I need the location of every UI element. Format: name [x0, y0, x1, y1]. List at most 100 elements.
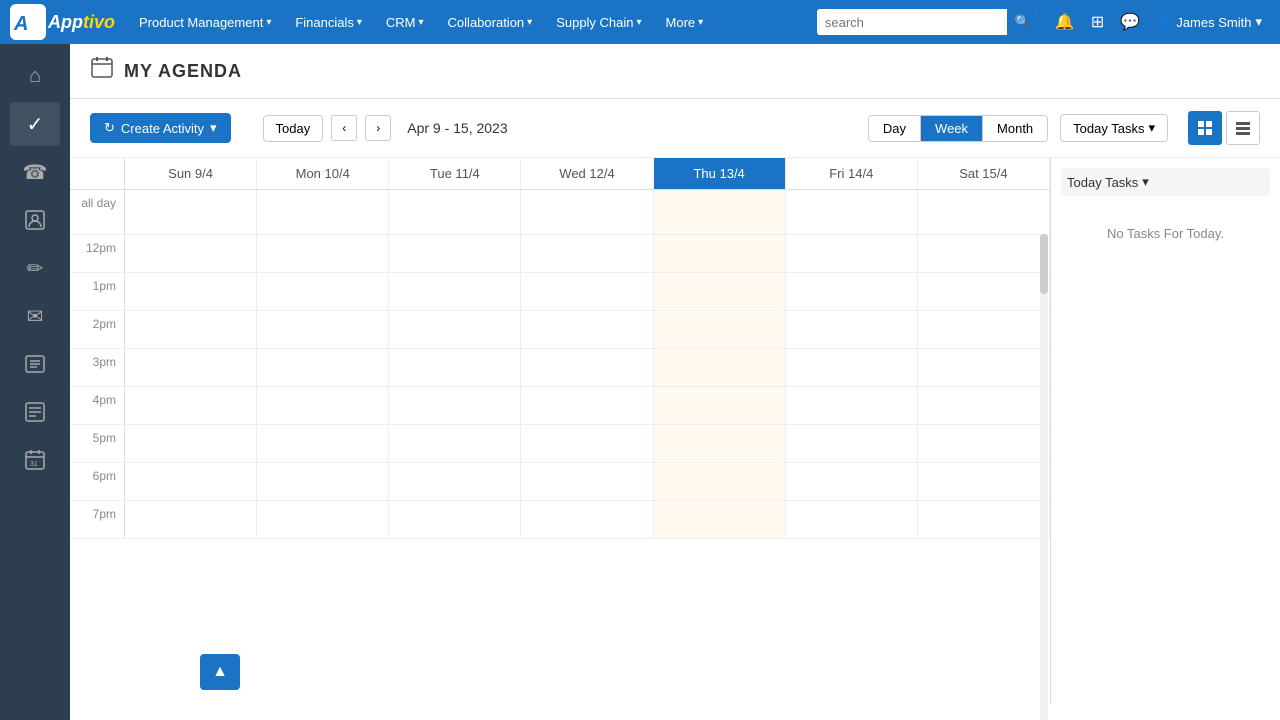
chat-icon[interactable]: 💬	[1116, 8, 1144, 36]
cell-1pm-sat[interactable]	[918, 273, 1050, 310]
cell-7pm-sat[interactable]	[918, 501, 1050, 538]
grid-view-button[interactable]	[1188, 111, 1222, 145]
allday-sun[interactable]	[125, 190, 257, 234]
cell-12pm-mon[interactable]	[257, 235, 389, 272]
cell-6pm-thu[interactable]	[654, 463, 786, 500]
cell-4pm-mon[interactable]	[257, 387, 389, 424]
allday-thu[interactable]	[654, 190, 786, 234]
sidebar-tools[interactable]: ✏	[10, 246, 60, 290]
cell-7pm-fri[interactable]	[786, 501, 918, 538]
week-view-button[interactable]: Week	[921, 116, 983, 141]
sidebar-phone[interactable]: ☎	[10, 150, 60, 194]
cell-3pm-tue[interactable]	[389, 349, 521, 386]
cell-2pm-wed[interactable]	[521, 311, 653, 348]
apps-icon[interactable]: ⊞	[1087, 8, 1108, 36]
sidebar-contacts[interactable]	[10, 198, 60, 242]
cell-6pm-wed[interactable]	[521, 463, 653, 500]
nav-collaboration[interactable]: Collaboration ▾	[438, 9, 543, 36]
cell-7pm-mon[interactable]	[257, 501, 389, 538]
today-button[interactable]: Today	[263, 115, 324, 142]
cell-1pm-fri[interactable]	[786, 273, 918, 310]
sidebar-calendar[interactable]: 31	[10, 438, 60, 482]
scrollbar-thumb[interactable]	[1040, 234, 1048, 294]
cell-4pm-tue[interactable]	[389, 387, 521, 424]
app-logo[interactable]: A Apptivo	[10, 4, 115, 40]
cell-12pm-sat[interactable]	[918, 235, 1050, 272]
cell-12pm-wed[interactable]	[521, 235, 653, 272]
cell-7pm-wed[interactable]	[521, 501, 653, 538]
cell-4pm-wed[interactable]	[521, 387, 653, 424]
cell-2pm-sat[interactable]	[918, 311, 1050, 348]
cell-12pm-tue[interactable]	[389, 235, 521, 272]
allday-wed[interactable]	[521, 190, 653, 234]
cell-7pm-thu[interactable]	[654, 501, 786, 538]
nav-crm[interactable]: CRM ▾	[376, 9, 434, 36]
cell-6pm-mon[interactable]	[257, 463, 389, 500]
cell-7pm-tue[interactable]	[389, 501, 521, 538]
cell-3pm-sun[interactable]	[125, 349, 257, 386]
nav-financials[interactable]: Financials ▾	[285, 9, 372, 36]
cell-2pm-fri[interactable]	[786, 311, 918, 348]
scroll-up-button[interactable]: ▲	[200, 654, 240, 690]
allday-fri[interactable]	[786, 190, 918, 234]
allday-sat[interactable]	[918, 190, 1050, 234]
cell-1pm-tue[interactable]	[389, 273, 521, 310]
cell-6pm-tue[interactable]	[389, 463, 521, 500]
cell-5pm-sat[interactable]	[918, 425, 1050, 462]
cell-2pm-mon[interactable]	[257, 311, 389, 348]
cell-1pm-mon[interactable]	[257, 273, 389, 310]
day-view-button[interactable]: Day	[869, 116, 921, 141]
cell-5pm-sun[interactable]	[125, 425, 257, 462]
cell-6pm-sun[interactable]	[125, 463, 257, 500]
cell-1pm-thu[interactable]	[654, 273, 786, 310]
calendar-header: Sun 9/4 Mon 10/4 Tue 11/4 Wed 12/4 Thu 1…	[70, 158, 1050, 190]
cell-4pm-fri[interactable]	[786, 387, 918, 424]
allday-mon[interactable]	[257, 190, 389, 234]
cell-2pm-thu[interactable]	[654, 311, 786, 348]
cell-6pm-sat[interactable]	[918, 463, 1050, 500]
cell-2pm-sun[interactable]	[125, 311, 257, 348]
cell-3pm-sat[interactable]	[918, 349, 1050, 386]
cell-5pm-mon[interactable]	[257, 425, 389, 462]
cell-12pm-thu[interactable]	[654, 235, 786, 272]
cell-3pm-mon[interactable]	[257, 349, 389, 386]
list-view-button[interactable]	[1226, 111, 1260, 145]
bell-icon[interactable]: 🔔	[1051, 8, 1079, 36]
cell-2pm-tue[interactable]	[389, 311, 521, 348]
sidebar-mail[interactable]: ✉	[10, 294, 60, 338]
cell-5pm-fri[interactable]	[786, 425, 918, 462]
cell-3pm-fri[interactable]	[786, 349, 918, 386]
cell-4pm-thu[interactable]	[654, 387, 786, 424]
month-view-button[interactable]: Month	[983, 116, 1047, 141]
sidebar-report[interactable]	[10, 390, 60, 434]
cell-12pm-sun[interactable]	[125, 235, 257, 272]
cell-5pm-thu[interactable]	[654, 425, 786, 462]
create-activity-button[interactable]: ↻ Create Activity ▾	[90, 113, 231, 143]
cell-12pm-fri[interactable]	[786, 235, 918, 272]
search-button[interactable]: 🔍	[1007, 9, 1037, 35]
user-menu[interactable]: 👤 James Smith ▾	[1148, 10, 1270, 34]
prev-button[interactable]: ‹	[331, 115, 357, 141]
sidebar-list[interactable]	[10, 342, 60, 386]
cell-5pm-wed[interactable]	[521, 425, 653, 462]
nav-more[interactable]: More ▾	[656, 9, 714, 36]
cell-4pm-sun[interactable]	[125, 387, 257, 424]
nav-icons: 🔔 ⊞ 💬	[1051, 8, 1144, 36]
cell-7pm-sun[interactable]	[125, 501, 257, 538]
next-button[interactable]: ›	[365, 115, 391, 141]
nav-supply-chain[interactable]: Supply Chain ▾	[546, 9, 651, 36]
cell-6pm-fri[interactable]	[786, 463, 918, 500]
cell-3pm-wed[interactable]	[521, 349, 653, 386]
cell-1pm-sun[interactable]	[125, 273, 257, 310]
search-input[interactable]	[817, 10, 1007, 35]
user-avatar-icon: 👤	[1156, 14, 1172, 30]
cell-5pm-tue[interactable]	[389, 425, 521, 462]
today-tasks-button[interactable]: Today Tasks ▾	[1060, 114, 1168, 142]
cell-1pm-wed[interactable]	[521, 273, 653, 310]
cell-3pm-thu[interactable]	[654, 349, 786, 386]
sidebar-tasks[interactable]: ✓	[10, 102, 60, 146]
sidebar-home[interactable]: ⌂	[10, 54, 60, 98]
allday-tue[interactable]	[389, 190, 521, 234]
cell-4pm-sat[interactable]	[918, 387, 1050, 424]
nav-product-management[interactable]: Product Management ▾	[129, 9, 281, 36]
